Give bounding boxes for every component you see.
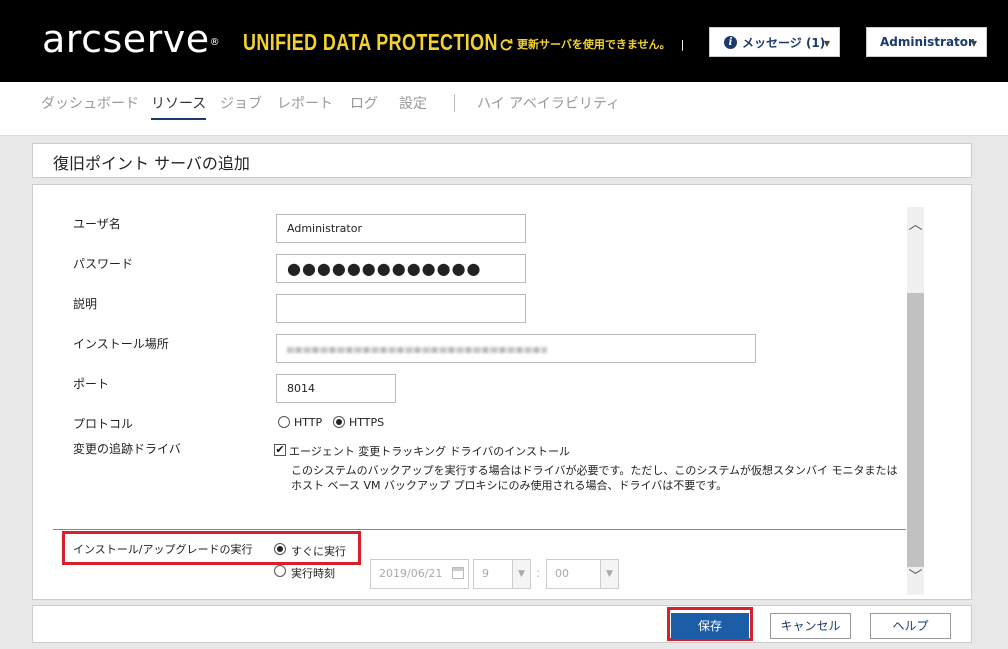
description-label: 説明 <box>73 297 98 311</box>
nav-item-logs[interactable]: ログ <box>350 93 378 113</box>
dialog-footer: 保存 キャンセル ヘルプ <box>32 605 972 643</box>
refresh-warning-icon <box>500 38 513 50</box>
nav-item-jobs[interactable]: ジョブ <box>220 93 262 113</box>
protocol-label: プロトコル <box>73 417 134 431</box>
calendar-icon[interactable] <box>452 567 464 579</box>
chevron-down-icon: ▼ <box>823 39 830 48</box>
username-input[interactable]: Administrator <box>276 214 526 243</box>
user-menu-button[interactable]: Administrator ▼ <box>866 27 987 57</box>
schedule-minute-select[interactable]: 00 ▼ <box>546 559 619 589</box>
nav-item-resources[interactable]: リソース <box>151 93 207 120</box>
protocol-https-radio[interactable] <box>333 416 345 428</box>
password-label: パスワード <box>73 257 134 271</box>
username-label: ユーザ名 <box>73 217 121 231</box>
driver-label: 変更の追跡ドライバ <box>73 442 181 456</box>
messages-button-label: メッセージ (1) <box>742 35 826 50</box>
chevron-down-icon[interactable]: ﹀ <box>907 569 924 586</box>
protocol-http-radio[interactable] <box>278 416 290 428</box>
description-input[interactable] <box>276 294 526 323</box>
port-input[interactable]: 8014 <box>276 374 396 403</box>
help-button[interactable]: ヘルプ <box>870 613 951 639</box>
schedule-minute-value: 00 <box>555 567 569 580</box>
info-icon: i <box>724 35 737 49</box>
scroll-thumb[interactable] <box>907 293 924 567</box>
product-name: UNIFIED DATA PROTECTION <box>243 29 498 55</box>
logo-text: arcserve <box>42 17 210 61</box>
nav-item-reports[interactable]: レポート <box>277 93 333 113</box>
protocol-https-label[interactable]: HTTPS <box>349 416 384 429</box>
arcserve-logo: arcserve® <box>42 17 220 61</box>
dialog-title-bar: 復旧ポイント サーバの追加 <box>32 143 972 178</box>
logo-registered-mark: ® <box>209 37 221 48</box>
schedule-hour-value: 9 <box>482 567 489 580</box>
nav-divider <box>454 94 455 112</box>
run-now-label[interactable]: すぐに実行 <box>291 543 346 559</box>
main-nav: ダッシュボード リソース ジョブ レポート ログ 設定 ハイ アベイラビリティ <box>0 82 1008 136</box>
run-scheduled-radio[interactable] <box>274 565 286 577</box>
update-warning[interactable]: 更新サーバを使用できません。 | <box>500 36 684 52</box>
nav-item-high-availability[interactable]: ハイ アベイラビリティ <box>477 93 620 113</box>
run-now-radio[interactable] <box>274 543 286 555</box>
app-header: arcserve® UNIFIED DATA PROTECTION 更新サーバを… <box>0 0 1008 82</box>
run-scheduled-label[interactable]: 実行時刻 <box>291 565 335 581</box>
install-path-input[interactable] <box>276 334 756 363</box>
port-label: ポート <box>73 377 110 391</box>
nav-item-dashboard[interactable]: ダッシュボード <box>41 93 139 113</box>
install-run-label: インストール/アップグレードの実行 <box>73 543 253 556</box>
schedule-date-value: 2019/06/21 <box>379 567 443 580</box>
time-separator: : <box>536 566 541 580</box>
update-warning-text: 更新サーバを使用できません。 <box>517 38 671 51</box>
chevron-down-icon[interactable]: ▼ <box>600 560 618 588</box>
schedule-date-field[interactable]: 2019/06/21 <box>370 559 469 589</box>
driver-note: このシステムのバックアップを実行する場合はドライバが必要です。ただし、このシステ… <box>291 464 898 492</box>
header-divider: | <box>680 37 685 51</box>
cancel-button[interactable]: キャンセル <box>770 613 851 639</box>
chevron-up-icon[interactable]: ︿ <box>907 217 924 234</box>
protocol-http-label[interactable]: HTTP <box>294 416 322 429</box>
driver-checkbox[interactable]: ✔ <box>274 444 286 456</box>
chevron-down-icon: ▼ <box>970 39 977 48</box>
redacted-path <box>287 347 547 353</box>
save-button[interactable]: 保存 <box>671 613 749 639</box>
install-path-label: インストール場所 <box>73 337 169 351</box>
password-input[interactable]: ●●●●●●●●●●●●● <box>276 254 526 283</box>
user-menu-label: Administrator <box>880 35 974 49</box>
add-rps-form: ユーザ名 Administrator パスワード ●●●●●●●●●●●●● 説… <box>32 184 972 600</box>
driver-checkbox-label[interactable]: エージェント 変更トラッキング ドライバのインストール <box>289 443 570 459</box>
section-divider <box>53 529 906 530</box>
messages-button[interactable]: i メッセージ (1) ▼ <box>709 27 840 57</box>
nav-item-settings[interactable]: 設定 <box>399 93 427 113</box>
chevron-down-icon[interactable]: ▼ <box>512 560 530 588</box>
form-scrollbar[interactable]: ︿ ﹀ <box>907 207 924 595</box>
schedule-hour-select[interactable]: 9 ▼ <box>473 559 531 589</box>
page-title: 復旧ポイント サーバの追加 <box>53 154 250 173</box>
